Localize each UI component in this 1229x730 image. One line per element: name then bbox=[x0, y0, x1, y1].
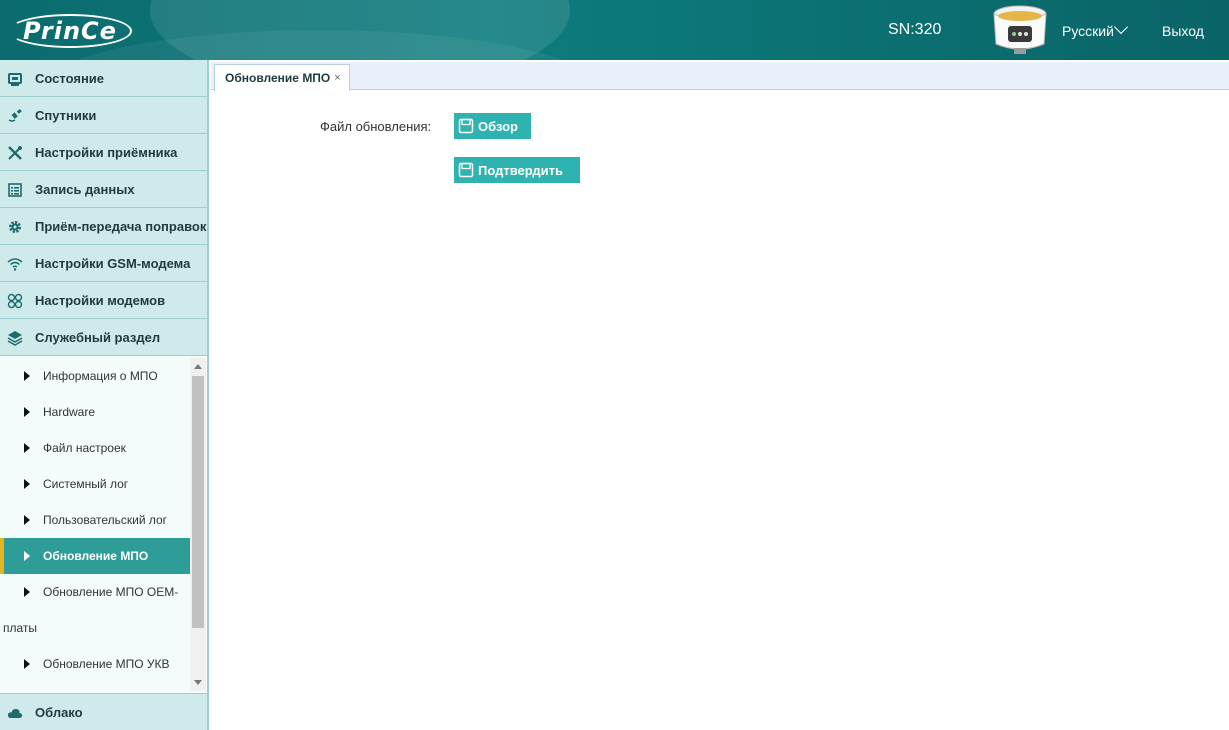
scroll-down-icon[interactable] bbox=[194, 680, 202, 685]
caret-right-icon bbox=[24, 515, 30, 525]
caret-right-icon bbox=[24, 443, 30, 453]
submenu-item-hardware[interactable]: Hardware bbox=[0, 394, 190, 430]
submenu-item-label: Файл настроек bbox=[43, 441, 126, 455]
confirm-button[interactable]: Подтвердить bbox=[454, 157, 580, 183]
logo-text: PrinCe bbox=[23, 17, 117, 45]
sidebar-item-label: Служебный раздел bbox=[35, 329, 161, 345]
chevron-down-icon bbox=[1113, 19, 1129, 35]
service-submenu: Информация о МПО Hardware Файл настроек … bbox=[0, 358, 207, 691]
submenu-item-label: Hardware bbox=[43, 405, 96, 419]
monitor-icon bbox=[8, 73, 22, 86]
sidebar-item-label: Состояние bbox=[35, 70, 105, 86]
submenu-item-label: Системный лог bbox=[43, 477, 129, 491]
submenu-item-label: Информация о МПО bbox=[43, 369, 158, 383]
submenu-scrollbar[interactable] bbox=[190, 358, 206, 691]
receiver-device-icon bbox=[993, 5, 1047, 54]
submenu-item-label-continuation[interactable]: платы bbox=[0, 610, 190, 646]
sidebar-item-label: Спутники bbox=[35, 107, 97, 123]
top-header: PrinCe SN:320 Русский Выход bbox=[0, 0, 1229, 60]
submenu-item-label: Обновление МПО УКВ bbox=[43, 657, 170, 671]
floppy-disk-icon bbox=[458, 162, 474, 178]
browse-button-label: Обзор bbox=[478, 118, 518, 134]
sidebar-item-gsm-modem[interactable]: Настройки GSM-модема bbox=[0, 245, 207, 282]
gear-icon bbox=[9, 221, 21, 233]
confirm-button-label: Подтвердить bbox=[478, 162, 564, 178]
sidebar-item-label: Настройки GSM-модема bbox=[35, 255, 191, 271]
layers-icon bbox=[7, 331, 23, 346]
sidebar-item-label: Облако bbox=[35, 704, 83, 720]
submenu-item-uhf-firmware-update[interactable]: Обновление МПО УКВ bbox=[0, 646, 190, 682]
satellite-icon bbox=[8, 108, 22, 122]
scroll-up-icon[interactable] bbox=[194, 364, 202, 369]
close-icon[interactable]: × bbox=[334, 72, 340, 84]
logout-link[interactable]: Выход bbox=[1162, 23, 1204, 39]
language-label: Русский bbox=[1062, 23, 1114, 39]
submenu-item-oem-firmware-update[interactable]: Обновление МПО OEM- bbox=[0, 574, 190, 610]
sidebar-item-label: Настройки модемов bbox=[35, 292, 166, 308]
scrollbar-thumb[interactable] bbox=[192, 376, 204, 628]
sidebar-item-label: Приём-передача поправок bbox=[35, 219, 207, 234]
submenu-item-label: Обновление МПО bbox=[43, 549, 149, 563]
wifi-icon bbox=[7, 258, 23, 271]
sidebar-item-cloud[interactable]: Облако bbox=[0, 693, 207, 730]
sidebar: Состояние Спутники Настройки приёмника З… bbox=[0, 60, 209, 730]
tab-bar: Обновление МПО × bbox=[211, 62, 1229, 91]
caret-right-icon bbox=[24, 551, 30, 561]
sidebar-item-receiver-settings[interactable]: Настройки приёмника bbox=[0, 134, 207, 171]
sidebar-item-modems[interactable]: Настройки модемов bbox=[0, 282, 207, 319]
sidebar-item-service[interactable]: Служебный раздел bbox=[0, 319, 207, 356]
serial-number: SN:320 bbox=[888, 21, 942, 38]
brand-logo[interactable]: PrinCe bbox=[8, 14, 132, 48]
submenu-item-firmware-info[interactable]: Информация о МПО bbox=[0, 358, 190, 394]
cloud-icon bbox=[7, 708, 23, 718]
submenu-item-label: Пользовательский лог bbox=[43, 513, 168, 527]
list-icon bbox=[8, 183, 22, 197]
caret-right-icon bbox=[24, 587, 30, 597]
caret-right-icon bbox=[24, 479, 30, 489]
sidebar-item-corrections[interactable]: Приём-передача поправок bbox=[0, 208, 207, 245]
caret-right-icon bbox=[24, 659, 30, 669]
submenu-item-settings-file[interactable]: Файл настроек bbox=[0, 430, 190, 466]
sidebar-item-status[interactable]: Состояние bbox=[0, 60, 207, 97]
language-selector[interactable]: Русский bbox=[1062, 19, 1129, 39]
tools-icon bbox=[8, 146, 22, 160]
sidebar-item-label: Настройки приёмника bbox=[35, 144, 178, 160]
submenu-item-system-log[interactable]: Системный лог bbox=[0, 466, 190, 502]
caret-right-icon bbox=[24, 371, 30, 381]
sidebar-item-data-recording[interactable]: Запись данных bbox=[0, 171, 207, 208]
modem-icon bbox=[7, 293, 23, 309]
sidebar-item-label: Запись данных bbox=[35, 181, 135, 197]
update-file-label: Файл обновления: bbox=[320, 119, 432, 134]
submenu-item-user-log[interactable]: Пользовательский лог bbox=[0, 502, 190, 538]
browse-button[interactable]: Обзор bbox=[454, 113, 531, 139]
floppy-disk-icon bbox=[458, 118, 474, 134]
sidebar-item-satellites[interactable]: Спутники bbox=[0, 97, 207, 134]
submenu-item-firmware-update[interactable]: Обновление МПО bbox=[0, 538, 190, 574]
submenu-item-label: Обновление МПО OEM- bbox=[43, 585, 179, 599]
caret-right-icon bbox=[24, 407, 30, 417]
tab-firmware-update[interactable]: Обновление МПО × bbox=[214, 64, 350, 91]
tab-label: Обновление МПО bbox=[225, 71, 331, 85]
